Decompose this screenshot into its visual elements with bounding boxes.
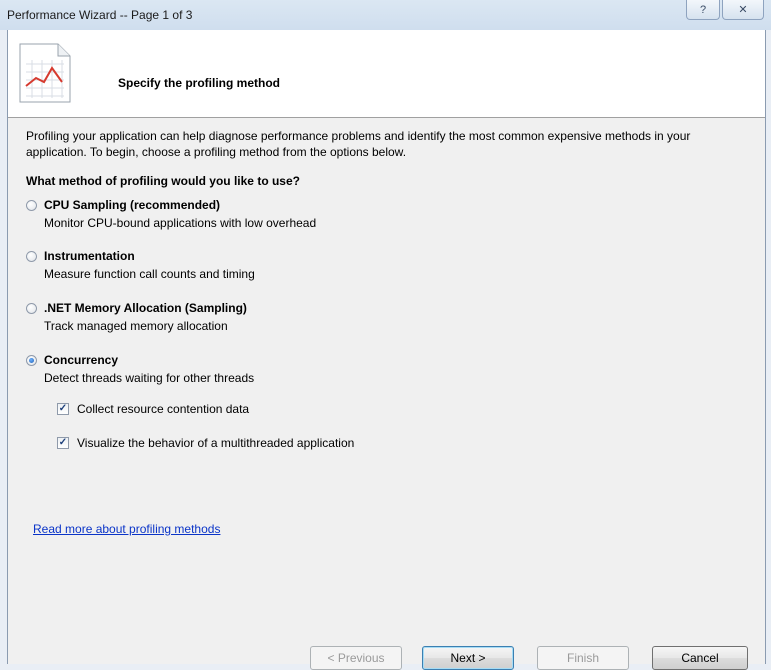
visualize-behavior-checkbox[interactable]: ✓ bbox=[57, 437, 69, 449]
concurrency-radio[interactable] bbox=[26, 355, 37, 366]
question-label: What method of profiling would you like … bbox=[26, 174, 300, 188]
page-title: Specify the profiling method bbox=[118, 76, 281, 90]
finish-button[interactable]: Finish bbox=[537, 646, 629, 670]
window-title: Performance Wizard -- Page 1 of 3 bbox=[7, 8, 193, 22]
close-icon: ✕ bbox=[738, 4, 748, 16]
option-label: Instrumentation bbox=[44, 249, 135, 263]
wizard-header: Specify the profiling method bbox=[8, 30, 765, 118]
option-description: Monitor CPU-bound applications with low … bbox=[44, 216, 317, 230]
option-description: Track managed memory allocation bbox=[44, 319, 228, 333]
wizard-content: Profiling your application can help diag… bbox=[8, 118, 765, 670]
previous-button[interactable]: < Previous bbox=[310, 646, 402, 670]
title-bar: Performance Wizard -- Page 1 of 3 ? ✕ bbox=[0, 0, 771, 30]
option-label: .NET Memory Allocation (Sampling) bbox=[44, 301, 247, 315]
intro-text: Profiling your application can help diag… bbox=[26, 129, 691, 159]
checkbox-label: Visualize the behavior of a multithreade… bbox=[77, 436, 355, 450]
wizard-window: Specify the profiling method Profiling y… bbox=[7, 30, 766, 670]
cpu-sampling-radio[interactable] bbox=[26, 200, 37, 211]
net-memory-radio[interactable] bbox=[26, 303, 37, 314]
option-description: Detect threads waiting for other threads bbox=[44, 371, 255, 385]
option-label: CPU Sampling (recommended) bbox=[44, 198, 221, 212]
checkbox-label: Collect resource contention data bbox=[77, 402, 250, 416]
read-more-link[interactable]: Read more about profiling methods bbox=[33, 522, 220, 536]
option-description: Measure function call counts and timing bbox=[44, 267, 255, 281]
close-button[interactable]: ✕ bbox=[722, 0, 764, 20]
help-button[interactable]: ? bbox=[686, 0, 720, 20]
performance-chart-icon bbox=[19, 43, 71, 103]
next-button[interactable]: Next > bbox=[422, 646, 514, 670]
instrumentation-radio[interactable] bbox=[26, 251, 37, 262]
collect-contention-checkbox[interactable]: ✓ bbox=[57, 403, 69, 415]
help-icon: ? bbox=[699, 3, 707, 16]
cancel-button[interactable]: Cancel bbox=[652, 646, 748, 670]
option-label: Concurrency bbox=[44, 353, 119, 367]
